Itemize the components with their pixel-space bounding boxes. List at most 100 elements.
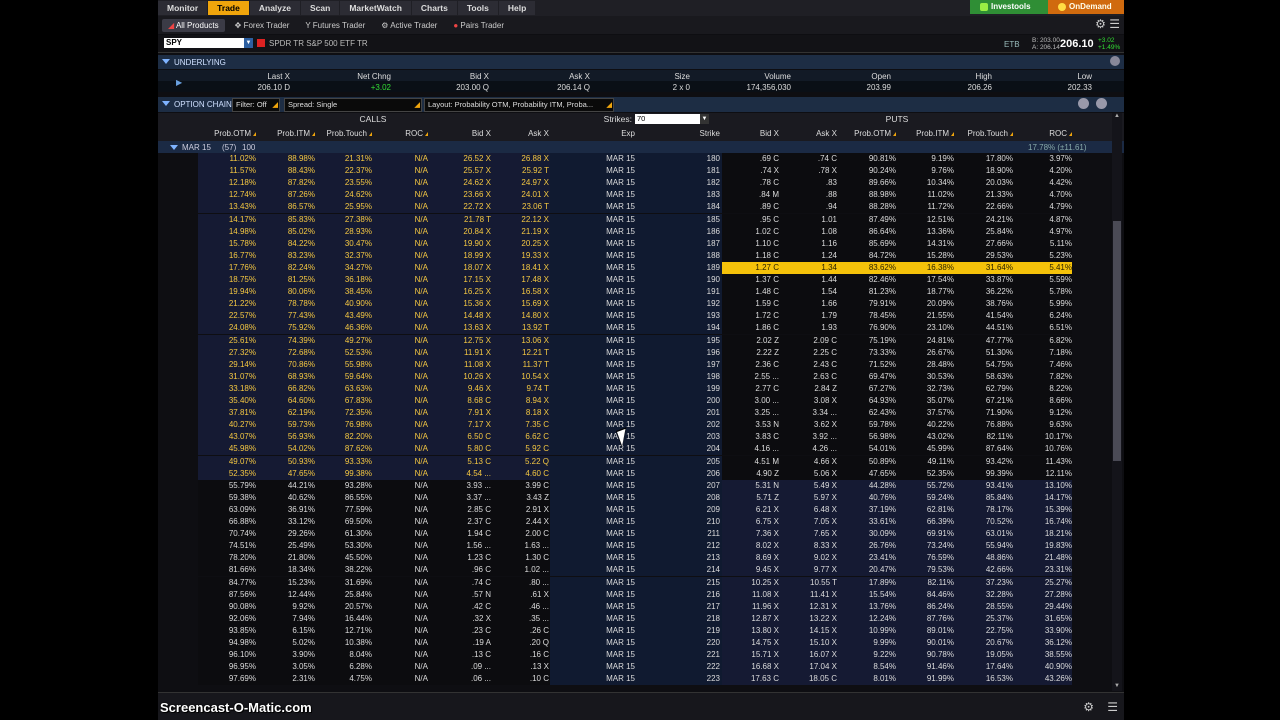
ondemand-button[interactable]: OnDemand bbox=[1048, 0, 1124, 14]
filter-dropdown[interactable]: Filter: Off ◢ bbox=[232, 98, 280, 112]
table-row[interactable]: 96.10% 3.90% 8.04% N/A .13 C .16 C MAR 15 221 15… bbox=[158, 649, 1124, 662]
table-row[interactable]: 14.98% 85.02% 28.93% N/A 20.84 X 21.19 X MAR 1… bbox=[158, 225, 1124, 238]
underlying-header-cell[interactable]: Ask X bbox=[569, 72, 590, 81]
table-row[interactable]: 22.57% 77.43% 43.49% N/A 14.48 X 14.80 X MAR 1… bbox=[158, 310, 1124, 323]
subtab-pairs-trader[interactable]: ● Pairs Trader bbox=[447, 19, 510, 32]
table-row[interactable]: 66.88% 33.12% 69.50% N/A 2.37 C 2.44 X MAR 15 2… bbox=[158, 516, 1124, 528]
investools-button[interactable]: Investools bbox=[970, 0, 1060, 14]
tab-analyze[interactable]: Analyze bbox=[249, 1, 300, 15]
column-header[interactable]: Bid X bbox=[760, 127, 779, 140]
underlying-header-cell[interactable]: Bid X bbox=[470, 72, 489, 81]
table-row[interactable]: 11.02% 88.98% 21.31% N/A 26.52 X 26.88 X MAR 1… bbox=[158, 153, 1124, 165]
underlying-header-cell[interactable]: Size bbox=[674, 72, 690, 81]
underlying-header[interactable]: UNDERLYING bbox=[158, 55, 1124, 69]
tab-monitor[interactable]: Monitor bbox=[158, 1, 208, 15]
table-row[interactable]: 49.07% 50.93% 93.33% N/A 5.13 C 5.22 Q MAR 15 2… bbox=[158, 455, 1124, 468]
column-header[interactable]: Prob.OTM bbox=[214, 127, 256, 140]
table-row[interactable]: 31.07% 68.93% 59.64% N/A 10.26 X 10.54 X MAR 1… bbox=[158, 370, 1124, 383]
column-header[interactable]: ROC bbox=[405, 127, 428, 140]
column-header[interactable]: Prob.Touch bbox=[968, 127, 1013, 140]
table-row[interactable]: 55.79% 44.21% 93.28% N/A 3.93 ... 3.99 C MAR 1… bbox=[158, 479, 1124, 492]
collapse-icon[interactable] bbox=[162, 101, 170, 106]
subtab-all-products[interactable]: ◢ All Products bbox=[162, 18, 225, 32]
vertical-scrollbar[interactable]: ▲ ▼ bbox=[1112, 113, 1122, 691]
table-row[interactable]: 81.66% 18.34% 38.22% N/A .96 C 1.02 ... MAR 15… bbox=[158, 564, 1124, 577]
column-header[interactable]: Ask X bbox=[816, 127, 837, 140]
underlying-header-cell[interactable]: Low bbox=[1077, 72, 1092, 81]
table-row[interactable]: 27.32% 72.68% 52.53% N/A 11.91 X 12.21 T MAR 1… bbox=[158, 346, 1124, 359]
table-row[interactable]: 43.07% 56.93% 82.20% N/A 6.50 C 6.62 C MAR 15 2… bbox=[158, 431, 1124, 444]
subtab-futures-trader[interactable]: Y Futures Trader bbox=[299, 19, 371, 32]
spread-dropdown[interactable]: Spread: Single ◢ bbox=[284, 98, 422, 112]
layout-dropdown[interactable]: Layout: Probability OTM, Probability ITM… bbox=[424, 98, 614, 112]
table-row[interactable]: 93.85% 6.15% 12.71% N/A .23 C .26 C MAR 15 219 1… bbox=[158, 624, 1124, 637]
tab-charts[interactable]: Charts bbox=[411, 1, 457, 15]
column-header[interactable]: Prob.ITM bbox=[277, 127, 315, 140]
tab-scan[interactable]: Scan bbox=[300, 1, 340, 15]
table-row[interactable]: 15.78% 84.22% 30.47% N/A 19.90 X 20.25 X MAR 1… bbox=[158, 237, 1124, 250]
table-row[interactable]: 11.57% 88.43% 22.37% N/A 25.57 X 25.92 T MAR 1… bbox=[158, 165, 1124, 178]
table-row[interactable]: 45.98% 54.02% 87.62% N/A 5.80 C 5.92 C MAR 15 2… bbox=[158, 443, 1124, 456]
gear-icon[interactable]: ⚙ bbox=[1083, 700, 1094, 714]
table-row[interactable]: 37.81% 62.19% 72.35% N/A 7.91 X 8.18 X MAR 15 2… bbox=[158, 407, 1124, 420]
underlying-header-cell[interactable]: Net Chng bbox=[357, 72, 391, 81]
table-row[interactable]: 12.74% 87.26% 24.62% N/A 23.66 X 24.01 X MAR 1… bbox=[158, 189, 1124, 202]
table-row[interactable]: 94.98% 5.02% 10.38% N/A .19 A .20 Q MAR 15 220 1… bbox=[158, 637, 1124, 649]
expand-arrow-icon[interactable]: ▶ bbox=[176, 78, 182, 87]
table-row[interactable]: 33.18% 66.82% 63.63% N/A 9.46 X 9.74 T MAR 15 1… bbox=[158, 382, 1124, 395]
tab-marketwatch[interactable]: MarketWatch bbox=[340, 1, 411, 15]
table-row[interactable]: 29.14% 70.86% 55.98% N/A 11.08 X 11.37 T MAR 1… bbox=[158, 358, 1124, 371]
column-header[interactable]: Bid X bbox=[472, 127, 491, 140]
gear-icon[interactable]: ⚙ ☰ bbox=[1095, 17, 1120, 31]
table-row[interactable]: 90.08% 9.92% 20.57% N/A .42 C .46 ... MAR 15 21… bbox=[158, 600, 1124, 613]
subtab-active-trader[interactable]: ⚙ Active Trader bbox=[375, 19, 443, 32]
chevron-down-icon[interactable]: ▼ bbox=[244, 38, 253, 48]
column-header[interactable]: Strike bbox=[700, 127, 720, 140]
strikes-select[interactable]: 70 ▼ bbox=[635, 114, 709, 124]
scroll-up-icon[interactable]: ▲ bbox=[1113, 113, 1121, 121]
underlying-header-cell[interactable]: Last X bbox=[267, 72, 290, 81]
subtab-forex-trader[interactable]: ✥ Forex Trader bbox=[229, 19, 296, 32]
table-row[interactable]: 18.75% 81.25% 36.18% N/A 17.15 X 17.48 X MAR 1… bbox=[158, 274, 1124, 286]
table-row[interactable]: 14.17% 85.83% 27.38% N/A 21.78 T 22.12 X MAR 1… bbox=[158, 213, 1124, 226]
table-row[interactable]: 12.18% 87.82% 23.55% N/A 24.62 X 24.97 X MAR 1… bbox=[158, 177, 1124, 190]
table-row[interactable]: 25.61% 74.39% 49.27% N/A 12.75 X 13.06 X MAR 1… bbox=[158, 334, 1124, 347]
collapse-all-icon[interactable] bbox=[1078, 98, 1089, 109]
table-row[interactable]: 21.22% 78.78% 40.90% N/A 15.36 X 15.69 X MAR 1… bbox=[158, 298, 1124, 311]
table-row[interactable]: 87.56% 12.44% 25.84% N/A .57 N .61 X MAR 15 216… bbox=[158, 588, 1124, 601]
menu-icon[interactable] bbox=[1110, 56, 1120, 66]
collapse-icon[interactable] bbox=[162, 59, 170, 64]
column-header[interactable]: ROC bbox=[1049, 127, 1072, 140]
column-header[interactable]: Prob.OTM bbox=[854, 127, 896, 140]
table-row[interactable]: 16.77% 83.23% 32.37% N/A 18.99 X 19.33 X MAR 1… bbox=[158, 249, 1124, 262]
table-row[interactable]: 63.09% 36.91% 77.59% N/A 2.85 C 2.91 X MAR 15 2… bbox=[158, 503, 1124, 516]
table-row[interactable]: 52.35% 47.65% 99.38% N/A 4.54 ... 4.60 C MAR 1… bbox=[158, 467, 1124, 480]
panel-options-icon[interactable] bbox=[1096, 98, 1107, 109]
table-row[interactable]: 40.27% 59.73% 76.98% N/A 7.17 X 7.35 C MAR 15 2… bbox=[158, 419, 1124, 432]
tab-help[interactable]: Help bbox=[498, 1, 536, 15]
tab-tools[interactable]: Tools bbox=[457, 1, 498, 15]
table-row[interactable]: 19.94% 80.06% 38.45% N/A 16.25 X 16.58 X MAR 1… bbox=[158, 286, 1124, 299]
underlying-header-cell[interactable]: High bbox=[976, 72, 992, 81]
table-row[interactable]: 70.74% 29.26% 61.30% N/A 1.94 C 2.00 C MAR 15 2… bbox=[158, 528, 1124, 541]
column-header[interactable]: Prob.ITM bbox=[916, 127, 954, 140]
table-row[interactable]: 78.20% 21.80% 45.50% N/A 1.23 C 1.30 C MAR 15 2… bbox=[158, 552, 1124, 565]
tab-trade[interactable]: Trade bbox=[208, 1, 249, 15]
scroll-thumb[interactable] bbox=[1113, 221, 1121, 461]
table-row[interactable]: 17.76% 82.24% 34.27% N/A 18.07 X 18.41 X MAR 1… bbox=[158, 261, 1124, 274]
collapse-icon[interactable] bbox=[170, 145, 178, 150]
table-row[interactable]: 74.51% 25.49% 53.30% N/A 1.56 ... 1.63 ... MAR… bbox=[158, 540, 1124, 553]
column-header[interactable]: Ask X bbox=[528, 127, 549, 140]
table-row[interactable]: 97.69% 2.31% 4.75% N/A .06 ... .10 C MAR 15 223… bbox=[158, 673, 1124, 686]
table-row[interactable]: 92.06% 7.94% 16.44% N/A .32 X .35 ... MAR 15 21… bbox=[158, 612, 1124, 625]
symbol-input[interactable] bbox=[164, 38, 244, 48]
table-row[interactable]: 96.95% 3.05% 6.28% N/A .09 ... .13 X MAR 15 222… bbox=[158, 661, 1124, 674]
table-row[interactable]: 24.08% 75.92% 46.36% N/A 13.63 X 13.92 T MAR 1… bbox=[158, 322, 1124, 335]
underlying-header-cell[interactable]: Volume bbox=[764, 72, 791, 81]
column-header[interactable]: Prob.Touch bbox=[327, 127, 372, 140]
expiration-row[interactable]: MAR 15 (57) 100 17.78% (±11.61) bbox=[158, 141, 1124, 153]
table-row[interactable]: 59.38% 40.62% 86.55% N/A 3.37 ... 3.43 Z MAR 1… bbox=[158, 491, 1124, 504]
list-icon[interactable]: ☰ bbox=[1107, 700, 1118, 714]
column-header[interactable]: Exp bbox=[621, 127, 635, 140]
underlying-header-cell[interactable]: Open bbox=[871, 72, 891, 81]
